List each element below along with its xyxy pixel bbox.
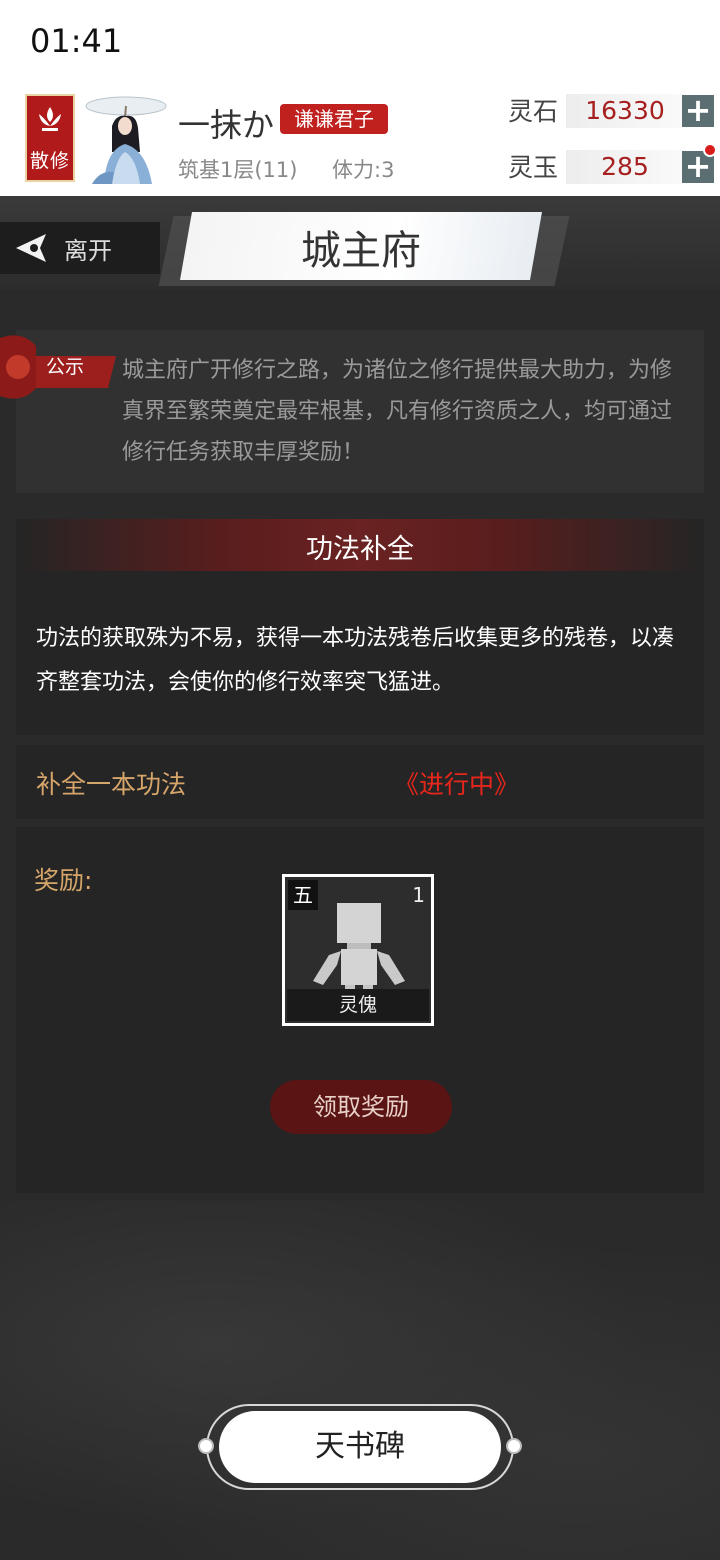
task-description: 功法的获取殊为不易，获得一本功法残卷后收集更多的残卷，以凑齐整套功法，会使你的修…	[36, 626, 675, 695]
sect-badge[interactable]: 散修	[25, 94, 75, 182]
reward-label: 奖励:	[34, 866, 93, 895]
lotus-icon	[39, 107, 61, 131]
nav-bar: 离开 城主府	[0, 196, 720, 290]
stele-button-right-knob	[506, 1438, 522, 1454]
heavenly-stele-button[interactable]: 天书碑	[219, 1411, 501, 1483]
reward-panel: 奖励: 五 1 灵傀 领取奖励	[16, 827, 704, 1193]
announcement-panel: 公示 城主府广开修行之路，为诸位之修行提供最大助力，为修真界至繁荣奠定最牢根基，…	[0, 330, 704, 493]
task-progress-row: 补全一本功法 《进行中》	[16, 745, 704, 819]
task-goal: 补全一本功法	[36, 770, 187, 799]
notification-dot	[703, 143, 717, 157]
reward-item-card[interactable]: 五 1 灵傀	[282, 874, 434, 1026]
announcement-tag-label: 公示	[46, 356, 85, 378]
announcement-text: 城主府广开修行之路，为诸位之修行提供最大助力，为修真界至繁荣奠定最牢根基，凡有修…	[122, 358, 673, 465]
avatar[interactable]	[82, 92, 168, 184]
sect-label: 散修	[29, 150, 70, 172]
title-badge: 谦谦君子	[280, 104, 388, 134]
back-arrow-icon	[16, 234, 46, 262]
leave-label: 离开	[64, 236, 112, 265]
task-panel: 功法补全 功法的获取殊为不易，获得一本功法残卷后收集更多的残卷，以凑齐整套功法，…	[16, 519, 704, 735]
page-title: 城主府	[301, 228, 421, 274]
spirit-jade-label: 灵玉	[508, 153, 559, 182]
add-spirit-stone-button[interactable]: +	[682, 94, 714, 127]
status-bar: 01:41	[0, 0, 720, 84]
background-smoke	[0, 1200, 720, 1560]
item-count: 1	[412, 883, 425, 907]
puppet-icon	[313, 903, 405, 995]
realm-level: 筑基1层(11)	[178, 158, 298, 182]
stele-button-left-knob	[198, 1438, 214, 1454]
task-title: 功法补全	[306, 534, 414, 565]
status-time: 01:41	[30, 22, 123, 60]
spirit-stone-value: 16330	[566, 94, 684, 128]
character-portrait	[85, 96, 167, 184]
spirit-jade-value: 285	[566, 150, 684, 184]
leave-button[interactable]: 离开	[0, 222, 160, 274]
player-header: 散修 一抹か 谦谦君子 筑基1层(11) 体力:3 灵石 16330 + 灵玉 …	[0, 84, 720, 196]
player-name: 一抹か	[178, 106, 275, 144]
item-name: 灵傀	[287, 989, 429, 1021]
spirit-stone-label: 灵石	[508, 97, 559, 126]
task-status: 《进行中》	[394, 770, 520, 799]
stamina: 体力:3	[332, 158, 395, 182]
claim-reward-button[interactable]: 领取奖励	[270, 1080, 452, 1134]
announcement-tag: 公示	[0, 330, 120, 404]
